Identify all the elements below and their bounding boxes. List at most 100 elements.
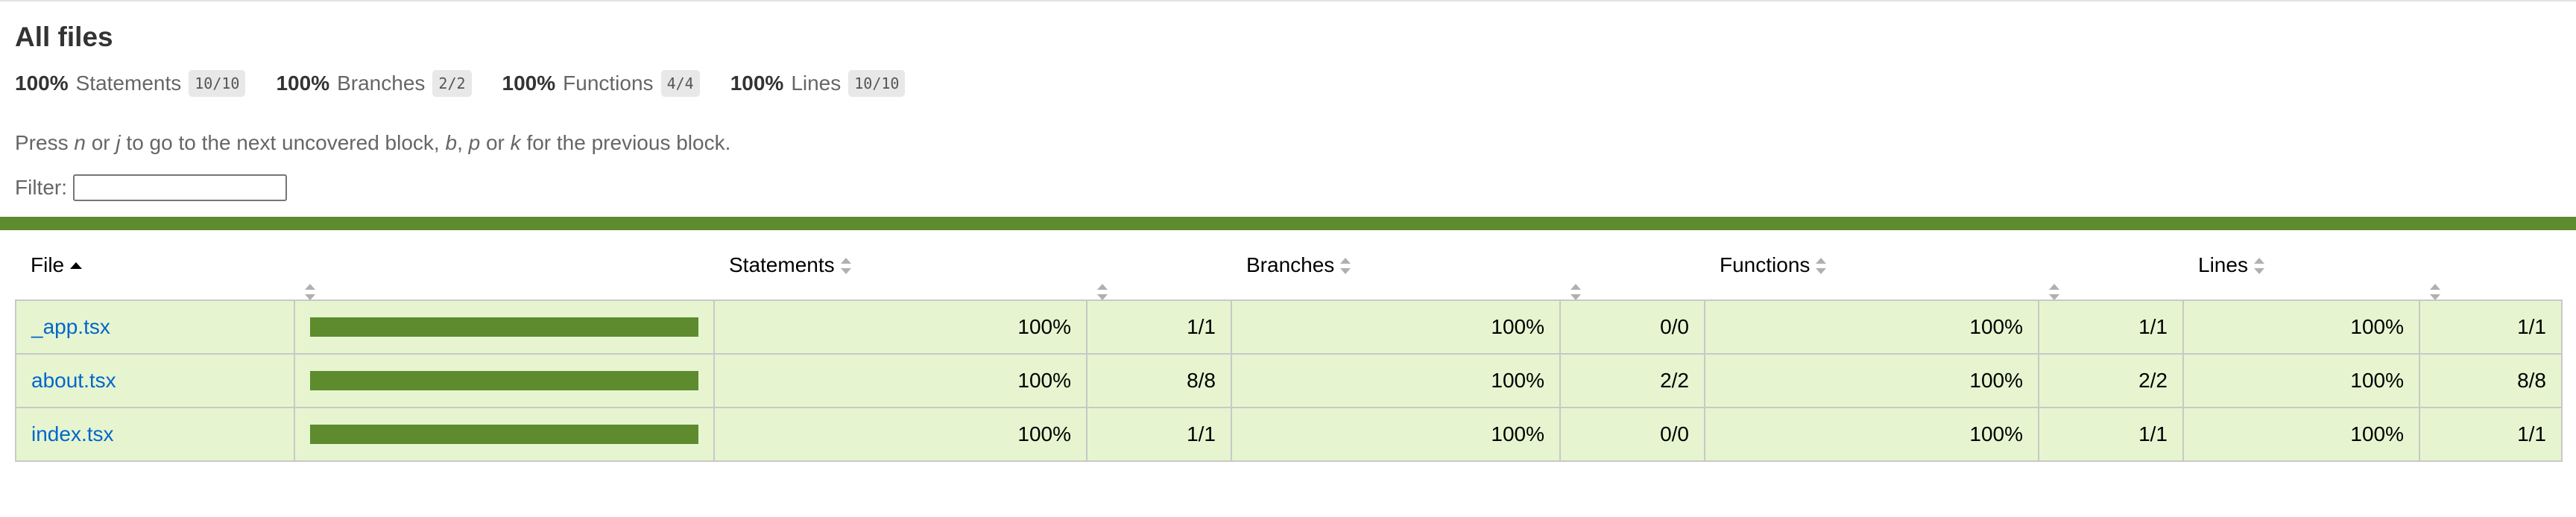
sort-icon bbox=[840, 258, 851, 275]
hint-key: k bbox=[510, 131, 521, 154]
summary-pct: 100% bbox=[502, 72, 556, 95]
summary-fraction-badge: 4/4 bbox=[660, 70, 700, 97]
summary-fraction-badge: 10/10 bbox=[848, 70, 906, 97]
sort-icon bbox=[1570, 284, 1581, 301]
coverage-bar-cell bbox=[294, 353, 715, 408]
coverage-bar bbox=[310, 425, 698, 444]
file-link[interactable]: _app.tsx bbox=[31, 315, 110, 338]
branches-count: 0/0 bbox=[1559, 299, 1705, 355]
hint-text: for the previous block. bbox=[520, 131, 731, 154]
statements-pct: 100% bbox=[713, 353, 1087, 408]
summary-label: Statements bbox=[75, 72, 182, 95]
statements-pct: 100% bbox=[713, 407, 1087, 462]
summary-fraction-badge: 10/10 bbox=[189, 70, 246, 97]
summary-label: Lines bbox=[791, 72, 842, 95]
statements-pct: 100% bbox=[713, 299, 1087, 355]
header-label: File bbox=[31, 253, 65, 276]
summary-pct: 100% bbox=[730, 72, 784, 95]
keyboard-hint: Press n or j to go to the next uncovered… bbox=[15, 131, 2561, 155]
functions-count: 1/1 bbox=[2038, 299, 2184, 355]
branches-pct: 100% bbox=[1231, 407, 1561, 462]
header-statements-raw[interactable] bbox=[1087, 230, 1231, 301]
hint-text: or bbox=[85, 131, 116, 154]
coverage-table-wrap: File Statements Branches Functions Lines… bbox=[0, 230, 2576, 462]
functions-pct: 100% bbox=[1704, 407, 2039, 462]
header-functions-raw[interactable] bbox=[2039, 230, 2183, 301]
statements-count: 1/1 bbox=[1086, 407, 1232, 462]
sort-icon bbox=[1340, 258, 1351, 275]
functions-pct: 100% bbox=[1704, 353, 2039, 408]
header-file[interactable]: File bbox=[16, 230, 294, 300]
header-label: Branches bbox=[1246, 253, 1335, 276]
hint-key: p bbox=[468, 131, 481, 154]
summary-fraction-badge: 2/2 bbox=[432, 70, 472, 97]
lines-count: 8/8 bbox=[2419, 353, 2563, 408]
sort-icon bbox=[2049, 284, 2059, 301]
branches-count: 0/0 bbox=[1559, 407, 1705, 462]
functions-count: 2/2 bbox=[2038, 353, 2184, 408]
header-lines-raw[interactable] bbox=[2419, 230, 2562, 301]
filter-label: Filter: bbox=[15, 176, 67, 199]
summary-label: Functions bbox=[563, 72, 654, 95]
header-label: Functions bbox=[1720, 253, 1811, 276]
table-row: _app.tsx 100% 1/1 100% 0/0 100% 1/1 100%… bbox=[15, 299, 2563, 355]
summary-branches: 100% Branches 2/2 bbox=[276, 70, 472, 97]
summary-functions: 100% Functions 4/4 bbox=[502, 70, 700, 97]
lines-count: 1/1 bbox=[2419, 299, 2563, 355]
coverage-bar-cell bbox=[294, 407, 715, 462]
coverage-status-line bbox=[0, 217, 2576, 230]
hint-key: b bbox=[445, 131, 458, 154]
coverage-bar bbox=[310, 317, 698, 337]
hint-key: n bbox=[74, 131, 86, 154]
statements-count: 8/8 bbox=[1086, 353, 1232, 408]
functions-pct: 100% bbox=[1704, 299, 2039, 355]
statements-count: 1/1 bbox=[1086, 299, 1232, 355]
summary-label: Branches bbox=[337, 72, 426, 95]
file-cell: index.tsx bbox=[15, 407, 295, 462]
header-lines[interactable]: Lines bbox=[2183, 230, 2419, 300]
header-file-bar[interactable] bbox=[294, 230, 714, 301]
functions-count: 1/1 bbox=[2038, 407, 2184, 462]
sort-icon bbox=[1097, 284, 1108, 301]
header-branches-raw[interactable] bbox=[1560, 230, 1705, 301]
header-label: Lines bbox=[2198, 253, 2248, 276]
coverage-bar bbox=[310, 371, 698, 390]
header-functions[interactable]: Functions bbox=[1705, 230, 2039, 300]
filter-input[interactable] bbox=[73, 174, 287, 201]
hint-text: , bbox=[457, 131, 469, 154]
coverage-header: All files 100% Statements 10/10 100% Bra… bbox=[0, 1, 2576, 201]
file-cell: about.tsx bbox=[15, 353, 295, 408]
file-link[interactable]: about.tsx bbox=[31, 369, 116, 392]
hint-text: or bbox=[480, 131, 511, 154]
lines-pct: 100% bbox=[2182, 407, 2420, 462]
table-header-row: File Statements Branches Functions Lines bbox=[16, 230, 2562, 301]
header-label: Statements bbox=[729, 253, 835, 276]
branches-count: 2/2 bbox=[1559, 353, 1705, 408]
lines-pct: 100% bbox=[2182, 353, 2420, 408]
lines-count: 1/1 bbox=[2419, 407, 2563, 462]
table-row: index.tsx 100% 1/1 100% 0/0 100% 1/1 100… bbox=[15, 407, 2563, 462]
coverage-bar-cell bbox=[294, 299, 715, 355]
hint-text: to go to the next uncovered block, bbox=[120, 131, 446, 154]
hint-text: Press bbox=[15, 131, 75, 154]
header-statements[interactable]: Statements bbox=[714, 230, 1087, 300]
sort-icon bbox=[305, 284, 315, 301]
table-row: about.tsx 100% 8/8 100% 2/2 100% 2/2 100… bbox=[15, 353, 2563, 408]
summary-lines: 100% Lines 10/10 bbox=[730, 70, 906, 97]
filter-row: Filter: bbox=[15, 174, 2561, 201]
header-branches[interactable]: Branches bbox=[1231, 230, 1560, 300]
sort-icon bbox=[1816, 258, 1827, 275]
file-cell: _app.tsx bbox=[15, 299, 295, 355]
page-title: All files bbox=[15, 22, 113, 52]
sort-asc-icon bbox=[70, 258, 83, 274]
coverage-table: File Statements Branches Functions Lines… bbox=[15, 230, 2563, 462]
branches-pct: 100% bbox=[1231, 353, 1561, 408]
sort-icon bbox=[2253, 258, 2264, 275]
summary-pct: 100% bbox=[15, 72, 69, 95]
lines-pct: 100% bbox=[2182, 299, 2420, 355]
sort-icon bbox=[2430, 284, 2440, 301]
summary-statements: 100% Statements 10/10 bbox=[15, 70, 246, 97]
file-link[interactable]: index.tsx bbox=[31, 422, 114, 445]
summary-pct: 100% bbox=[276, 72, 330, 95]
branches-pct: 100% bbox=[1231, 299, 1561, 355]
